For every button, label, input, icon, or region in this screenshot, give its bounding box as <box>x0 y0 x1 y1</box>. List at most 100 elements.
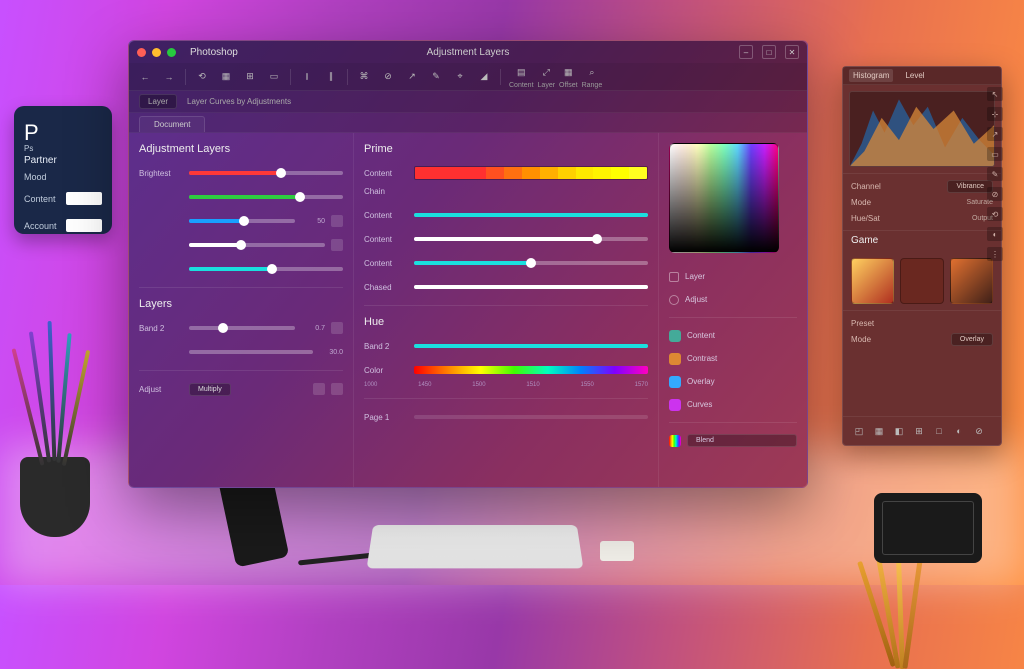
window-title: Adjustment Layers <box>427 47 510 58</box>
legend-contrast[interactable]: Contrast <box>669 351 797 366</box>
blend-field[interactable]: Blend <box>669 433 797 448</box>
slider-blue[interactable]: 50 <box>139 213 343 229</box>
sub-breadcrumb: Layer Curves by Adjustments <box>187 97 291 106</box>
dock-tab-histogram[interactable]: Histogram <box>849 69 893 82</box>
slider-band2[interactable]: Band 2 <box>364 338 648 354</box>
win-max[interactable]: □ <box>762 45 776 59</box>
tool-icon[interactable]: ◢ <box>476 69 492 85</box>
win-min[interactable]: – <box>739 45 753 59</box>
swatch[interactable] <box>950 258 993 304</box>
dock-tab-level[interactable]: Level <box>901 69 928 82</box>
tool-icon[interactable]: ⫾ <box>299 69 315 85</box>
dock-footer-icon[interactable]: ◰ <box>851 423 867 439</box>
dock-row-preset[interactable]: Preset <box>851 315 993 331</box>
nav-back-icon[interactable]: ← <box>137 69 153 85</box>
tool-icon[interactable]: ⊞ <box>242 69 258 85</box>
dock-footer-icon[interactable]: ▦ <box>871 423 887 439</box>
swatch[interactable] <box>851 258 894 304</box>
tool-icon[interactable]: ▦ <box>218 69 234 85</box>
slider-content3[interactable]: Content <box>364 255 648 271</box>
dock-side-icon[interactable]: ◐ <box>987 227 1003 241</box>
check-layer[interactable]: Layer <box>669 269 797 284</box>
traffic-min[interactable] <box>152 48 161 57</box>
slider-chased[interactable]: Chased <box>364 279 648 295</box>
slider-cyan[interactable] <box>139 261 343 277</box>
subtoolbar: Layer Layer Curves by Adjustments <box>129 91 807 113</box>
workspace: Adjustment Layers Brightest 50 <box>129 133 807 487</box>
toolbar: ← → ⟲ ▦ ⊞ ▭ ⫾ ∥ ⌘ ⊘ ↗ ✎ ⌖ ◢ ▤Content ⤢La… <box>129 63 807 91</box>
dock-side-icon[interactable]: ↗ <box>987 127 1003 141</box>
widget-field-2[interactable] <box>66 219 102 232</box>
panel-prime: Prime Content Chain Content Content Cont… <box>354 133 659 487</box>
tabstrip: Document <box>129 113 807 133</box>
brand-name: Partner <box>24 155 102 166</box>
tool-icon[interactable]: ▤ <box>513 64 529 80</box>
nav-fwd-icon[interactable]: → <box>161 69 177 85</box>
legend-overlay[interactable]: Overlay <box>669 374 797 389</box>
traffic-max[interactable] <box>167 48 176 57</box>
tool-icon[interactable]: ↗ <box>404 69 420 85</box>
tool-icon[interactable]: ✎ <box>428 69 444 85</box>
dock-footer-icon[interactable]: ⊞ <box>911 423 927 439</box>
slider-brightest[interactable]: Brightest <box>139 165 343 181</box>
slider-green[interactable] <box>139 189 343 205</box>
curve-icon[interactable] <box>331 322 343 334</box>
widget-row-content: Content <box>24 194 56 204</box>
dock-row-mode[interactable]: ModeSaturate <box>851 194 993 210</box>
tab-document[interactable]: Document <box>139 116 205 132</box>
dock-side-icon[interactable]: ⋮ <box>987 247 1003 261</box>
win-close[interactable]: ✕ <box>785 45 799 59</box>
dock-footer-icon[interactable]: ◧ <box>891 423 907 439</box>
widget-field-1[interactable] <box>66 192 102 205</box>
dock-side-icon[interactable]: ⊹ <box>987 107 1003 121</box>
panel-title: Prime <box>364 143 648 155</box>
tool-icon[interactable]: ⟲ <box>194 69 210 85</box>
tablet <box>874 493 982 563</box>
segmented-bar: Content <box>364 165 648 181</box>
chip-icon[interactable] <box>331 383 343 395</box>
check-adjust[interactable]: Adjust <box>669 292 797 307</box>
dock-footer-icon[interactable]: □ <box>931 423 947 439</box>
widget-row-account: Account <box>24 221 57 231</box>
tool-icon[interactable]: ⊘ <box>380 69 396 85</box>
panel-title: Adjustment Layers <box>139 143 343 155</box>
slider-icon[interactable] <box>331 215 343 227</box>
tool-icon[interactable]: ∥ <box>323 69 339 85</box>
titlebar: Photoshop Adjustment Layers – □ ✕ <box>129 41 807 63</box>
slider-hue[interactable]: Color <box>364 362 648 378</box>
color-picker[interactable] <box>669 143 779 253</box>
dock-row-huesat[interactable]: Hue/SatOutput <box>851 210 993 226</box>
dock-footer-icon[interactable]: ◐ <box>951 423 967 439</box>
chip-icon[interactable] <box>313 383 325 395</box>
slider-content2[interactable]: Content <box>364 231 648 247</box>
slider-band[interactable]: Band 2 0.7 <box>139 320 343 336</box>
tool-icon[interactable]: ⤢ <box>538 64 554 80</box>
slider-icon[interactable] <box>331 239 343 251</box>
dock-side-icon[interactable]: ↖ <box>987 87 1003 101</box>
app-window: Photoshop Adjustment Layers – □ ✕ ← → ⟲ … <box>128 40 808 488</box>
legend-content[interactable]: Content <box>669 328 797 343</box>
tool-icon[interactable]: ⌘ <box>356 69 372 85</box>
swatch-grid <box>843 252 1001 310</box>
dock-row-mode2[interactable]: ModeOverlay <box>851 331 993 347</box>
dock-side-icon[interactable]: ⟲ <box>987 207 1003 221</box>
slider-white[interactable] <box>139 237 343 253</box>
dock-row-channel[interactable]: ChannelVibrance <box>851 178 993 194</box>
legend-curves[interactable]: Curves <box>669 397 797 412</box>
tool-icon[interactable]: ▭ <box>266 69 282 85</box>
tool-icon[interactable]: ⌕ <box>584 64 600 80</box>
ruler: 100014501500151015501570 <box>364 382 648 388</box>
tool-icon[interactable]: ▦ <box>560 64 576 80</box>
slider-row[interactable]: 30.0 <box>139 344 343 360</box>
sub-chip-layer[interactable]: Layer <box>139 94 177 109</box>
dock-side-icon[interactable]: ⊘ <box>987 187 1003 201</box>
slider-content1[interactable]: Content <box>364 207 648 223</box>
brand-letter: P <box>24 120 102 146</box>
traffic-close[interactable] <box>137 48 146 57</box>
dock-side-icon[interactable]: ✎ <box>987 167 1003 181</box>
swatch[interactable] <box>900 258 943 304</box>
blend-dropdown[interactable]: Multiply <box>189 383 231 396</box>
dock-footer-icon[interactable]: ⊘ <box>971 423 987 439</box>
tool-icon[interactable]: ⌖ <box>452 69 468 85</box>
dock-side-icon[interactable]: ▭ <box>987 147 1003 161</box>
